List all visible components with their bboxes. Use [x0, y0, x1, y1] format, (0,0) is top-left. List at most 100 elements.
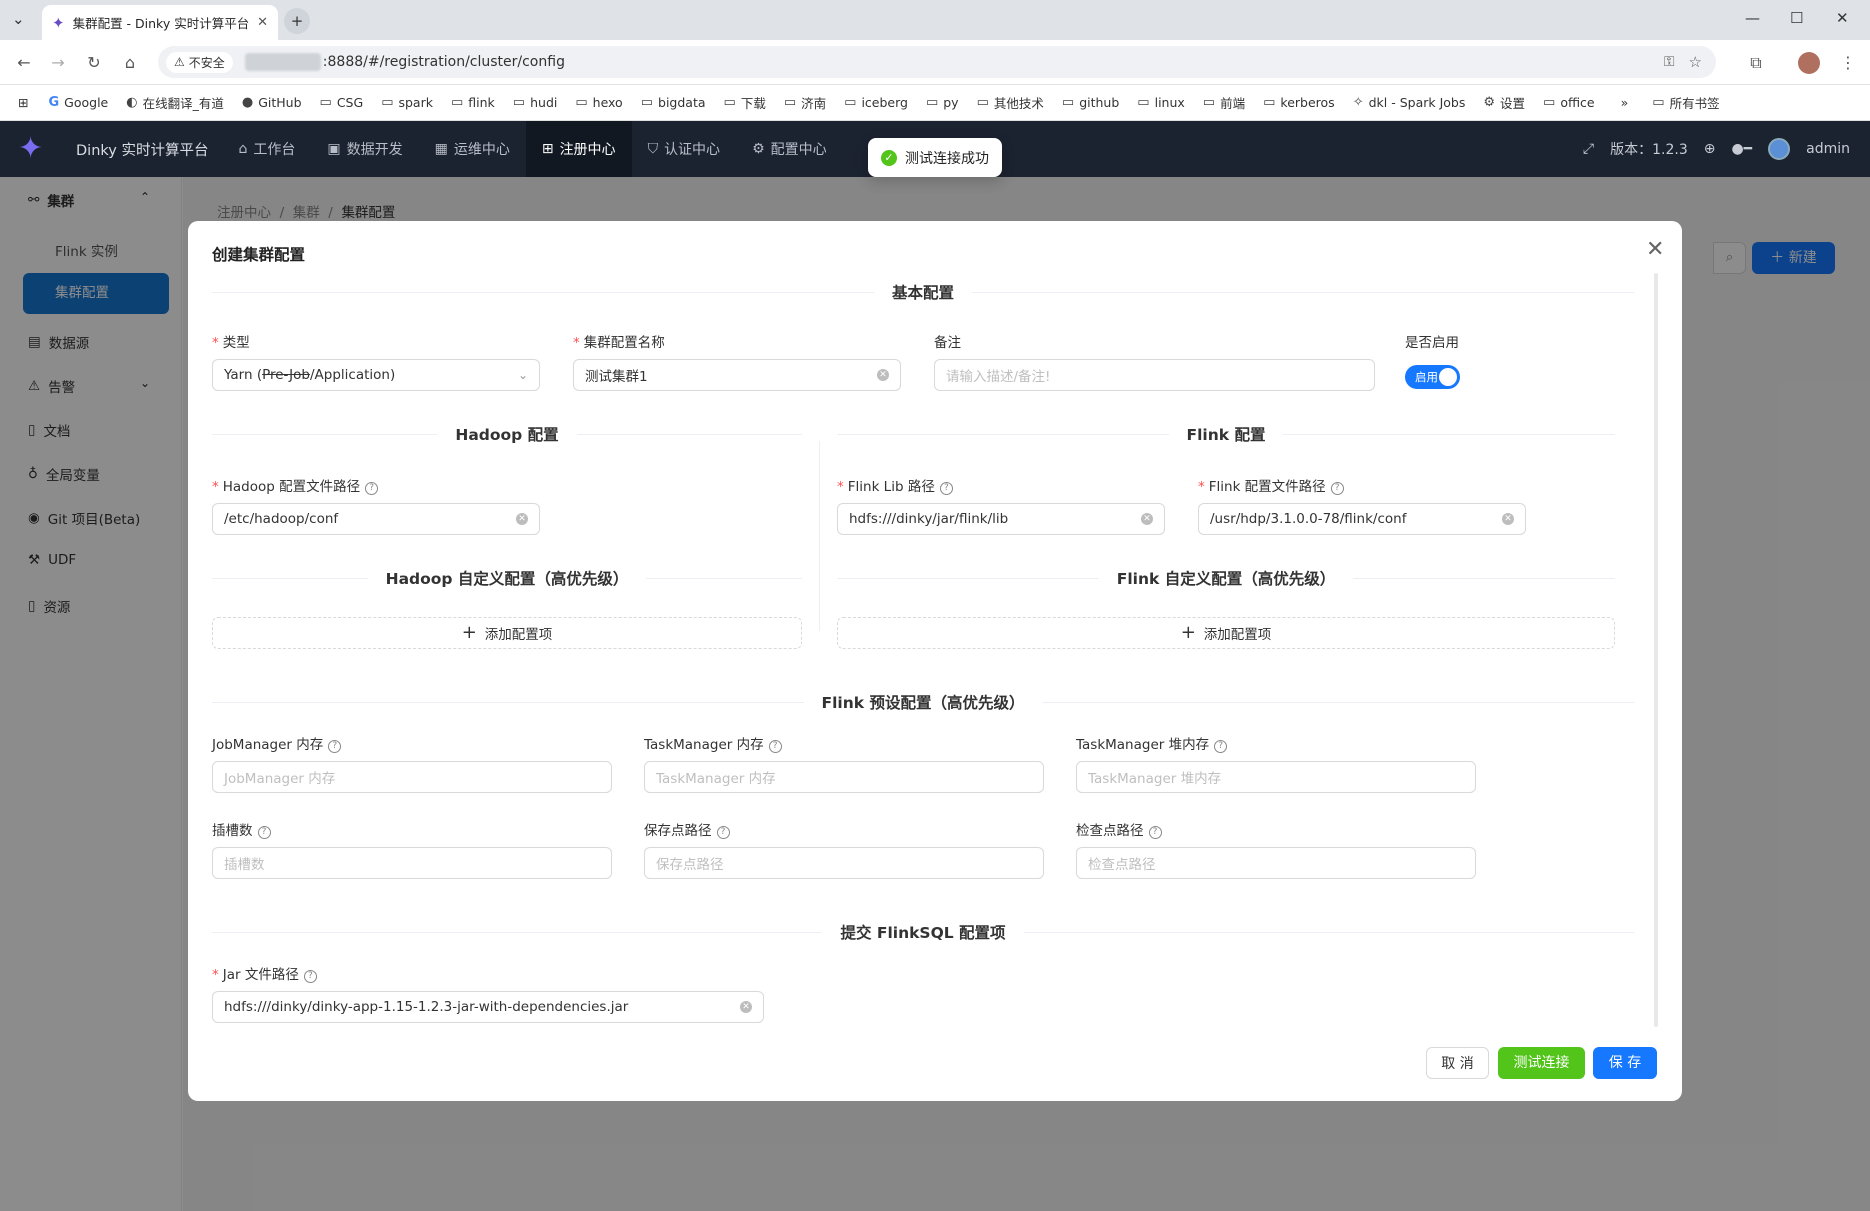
dinky-logo-icon[interactable]: ✦ — [18, 131, 54, 167]
question-icon[interactable]: ? — [768, 740, 782, 753]
question-icon[interactable]: ? — [1330, 482, 1344, 495]
more-bookmarks-icon[interactable]: » — [1621, 95, 1629, 110]
question-icon[interactable]: ? — [328, 740, 342, 753]
tm-heap-input[interactable]: TaskManager 堆内存 — [1076, 761, 1476, 793]
type-select[interactable]: Yarn (Pre-Job/Application) ⌄ — [212, 359, 540, 391]
close-tab-icon[interactable]: ✕ — [257, 15, 268, 30]
slots-label: 插槽数? — [212, 819, 271, 839]
theme-toggle-icon[interactable]: ●━ — [1731, 141, 1752, 157]
question-icon[interactable]: ? — [365, 482, 379, 495]
bookmark[interactable]: ▭ 前端 — [1203, 93, 1245, 112]
bookmark[interactable]: ● GitHub — [242, 95, 302, 110]
bookmark[interactable]: ▭ py — [926, 95, 959, 110]
bookmark[interactable]: ▭ spark — [381, 95, 433, 110]
bookmark[interactable]: ▭ office — [1543, 95, 1595, 110]
grid-icon: ⊞ — [541, 141, 554, 157]
folder-icon: ▭ — [723, 95, 736, 110]
question-icon[interactable]: ? — [939, 482, 953, 495]
enabled-toggle[interactable]: 启用 — [1405, 365, 1460, 389]
menu-workbench[interactable]: ⌂ 工作台 — [222, 121, 311, 177]
bookmark[interactable]: ▭ bigdata — [641, 95, 706, 110]
note-input[interactable]: 请输入描述/备注! — [934, 359, 1375, 391]
bookmark[interactable]: ▭ 下载 — [724, 93, 766, 112]
flink-lib-input[interactable]: hdfs:///dinky/jar/flink/lib ✕ — [837, 503, 1165, 535]
bookmark[interactable]: ▭ iceberg — [844, 95, 908, 110]
bookmark[interactable]: ✧ dkl - Spark Jobs — [1353, 95, 1466, 110]
add-flink-config-button[interactable]: + 添加配置项 — [837, 617, 1615, 649]
key-icon[interactable]: ⚿ — [1664, 54, 1675, 70]
bookmark[interactable]: ⚙ 设置 — [1483, 93, 1525, 112]
more-menu-icon[interactable]: ⋮ — [1836, 51, 1860, 75]
menu-data-studio[interactable]: ▣ 数据开发 — [311, 121, 418, 177]
bookmark[interactable]: ▭ 济南 — [784, 93, 826, 112]
save-button[interactable]: 保 存 — [1593, 1047, 1657, 1079]
username[interactable]: admin — [1806, 141, 1850, 157]
tm-memory-input[interactable]: TaskManager 内存 — [644, 761, 1044, 793]
browser-address-bar: ← → ↻ ⌂ ⚠ 不安全 :8888/#/registration/clust… — [0, 40, 1870, 85]
menu-devops[interactable]: ▦ 运维中心 — [419, 121, 526, 177]
new-tab-icon[interactable]: + — [284, 8, 310, 34]
security-label: 不安全 — [188, 55, 225, 70]
reload-icon[interactable]: ↻ — [82, 51, 106, 75]
scrollbar[interactable] — [1654, 273, 1658, 1027]
jar-path-input[interactable]: hdfs:///dinky/dinky-app-1.15-1.2.3-jar-w… — [212, 991, 764, 1023]
checkpoint-input[interactable]: 检查点路径 — [1076, 847, 1476, 879]
menu-settings[interactable]: ⚙ 配置中心 — [736, 121, 843, 177]
browser-tab[interactable]: ✦ 集群配置 - Dinky 实时计算平台 ✕ — [42, 5, 278, 40]
clear-icon[interactable]: ✕ — [516, 513, 528, 525]
bookmark[interactable]: G Google — [48, 95, 108, 110]
add-hadoop-config-button[interactable]: + 添加配置项 — [212, 617, 802, 649]
flink-conf-input[interactable]: /usr/hdp/3.1.0.0-78/flink/conf ✕ — [1198, 503, 1526, 535]
test-connection-button[interactable]: 测试连接 — [1498, 1047, 1585, 1079]
security-chip[interactable]: ⚠ 不安全 — [166, 51, 233, 73]
cluster-name-input[interactable]: 测试集群1 ✕ — [573, 359, 901, 391]
maximize-icon[interactable]: ☐ — [1790, 9, 1803, 27]
bookmark[interactable]: ▭ hudi — [513, 95, 558, 110]
question-icon[interactable]: ? — [1148, 826, 1162, 839]
back-icon[interactable]: ← — [12, 51, 36, 75]
jm-memory-input[interactable]: JobManager 内存 — [212, 761, 612, 793]
bookmark[interactable]: ▭ CSG — [320, 95, 364, 110]
cancel-button[interactable]: 取 消 — [1426, 1047, 1489, 1079]
extensions-icon[interactable]: ⧉ — [1744, 51, 1768, 75]
bookmark[interactable]: ▭ kerberos — [1263, 95, 1335, 110]
section-flink-preset: Flink 预设配置（高优先级） — [212, 691, 1634, 713]
avatar[interactable] — [1768, 138, 1791, 160]
all-bookmarks[interactable]: ▭ 所有书签 — [1652, 93, 1719, 112]
minimize-icon[interactable]: — — [1745, 9, 1760, 27]
question-icon[interactable]: ? — [257, 826, 271, 839]
clear-icon[interactable]: ✕ — [877, 369, 889, 381]
clear-icon[interactable]: ✕ — [740, 1001, 752, 1013]
savepoint-input[interactable]: 保存点路径 — [644, 847, 1044, 879]
question-icon[interactable]: ? — [716, 826, 730, 839]
close-icon[interactable]: ✕ — [1646, 237, 1664, 262]
star-icon[interactable]: ☆ — [1689, 53, 1702, 71]
hadoop-path-input[interactable]: /etc/hadoop/conf ✕ — [212, 503, 540, 535]
bookmark[interactable]: ◐ 在线翻译_有道 — [126, 93, 224, 112]
bookmark[interactable]: ▭ hexo — [575, 95, 622, 110]
language-icon[interactable]: ⊕ — [1704, 141, 1716, 157]
clear-icon[interactable]: ✕ — [1502, 513, 1514, 525]
profile-avatar[interactable] — [1798, 52, 1820, 74]
menu-registration[interactable]: ⊞ 注册中心 — [525, 121, 632, 177]
forward-icon[interactable]: → — [46, 51, 70, 75]
home-icon[interactable]: ⌂ — [118, 51, 142, 75]
menu-auth[interactable]: ⛉ 认证中心 — [632, 121, 737, 177]
slots-input[interactable]: 插槽数 — [212, 847, 612, 879]
url-text[interactable]: :8888/#/registration/cluster/config — [323, 54, 565, 70]
clear-icon[interactable]: ✕ — [1141, 513, 1153, 525]
close-window-icon[interactable]: ✕ — [1836, 9, 1849, 27]
omnibox[interactable]: ⚠ 不安全 :8888/#/registration/cluster/confi… — [158, 46, 1716, 78]
bookmark[interactable]: ▭ linux — [1137, 95, 1185, 110]
bookmark[interactable]: ▭ 其他技术 — [977, 93, 1044, 112]
tab-list-icon[interactable]: ⌄ — [12, 10, 25, 28]
folder-icon: ▭ — [1202, 95, 1216, 110]
success-toast: ✓ 测试连接成功 — [868, 138, 1002, 177]
bookmark[interactable]: ▭ flink — [451, 95, 495, 110]
question-icon[interactable]: ? — [303, 970, 317, 983]
fullscreen-icon[interactable]: ⤢ — [1583, 141, 1594, 157]
bookmark[interactable]: ▭ github — [1062, 95, 1119, 110]
tab-title: 集群配置 - Dinky 实时计算平台 — [72, 16, 250, 31]
apps-icon[interactable]: ⊞ — [18, 95, 28, 110]
question-icon[interactable]: ? — [1214, 740, 1228, 753]
